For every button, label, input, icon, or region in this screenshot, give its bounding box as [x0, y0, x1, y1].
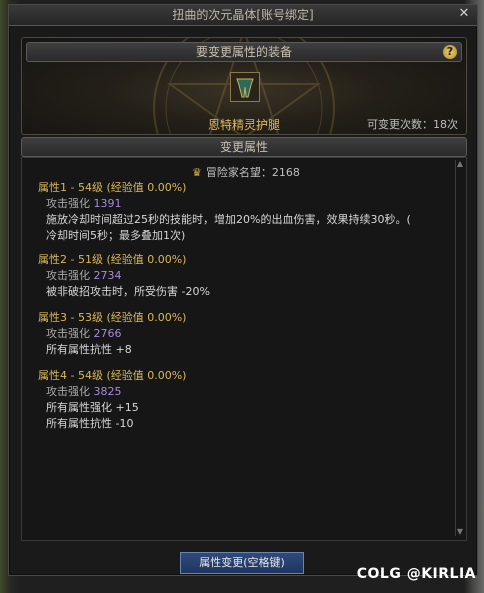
attribute-group-3: 属性3 - 53级 (经验值 0.00%) 攻击强化 2766 所有属性抗性 +…	[38, 310, 186, 358]
leg-armor-icon[interactable]	[230, 72, 260, 102]
attribute-title: 属性2 - 51级 (经验值 0.00%)	[38, 253, 187, 266]
attribute-title: 属性3 - 53级 (经验值 0.00%)	[38, 311, 187, 324]
help-icon[interactable]: ?	[443, 45, 457, 59]
scroll-down-icon[interactable]: ▼	[456, 528, 464, 536]
attr-section-header: 变更属性	[21, 137, 467, 157]
stat-label: 攻击强化	[46, 269, 90, 282]
equip-section-title: 要变更属性的装备	[195, 45, 292, 59]
stat-value: 2766	[93, 327, 122, 340]
stat-label: 攻击强化	[46, 385, 90, 398]
stat-label: 攻击强化	[46, 327, 90, 340]
attribute-list-panel: ♛ 冒险家名望：2168 属性1 - 54级 (经验值 0.00%) 攻击强化 1…	[21, 157, 467, 541]
stat-value: 3825	[93, 385, 122, 398]
watermark: COLG @KIRLIA	[356, 566, 476, 582]
scroll-up-icon[interactable]: ▲	[456, 160, 464, 168]
item-graphic	[231, 73, 259, 101]
attribute-title: 属性1 - 54级 (经验值 0.00%)	[38, 181, 187, 194]
attribute-desc: 所有属性抗性 +8	[46, 343, 132, 356]
attribute-group-1: 属性1 - 54级 (经验值 0.00%) 攻击强化 1391 施放冷却时间超过…	[38, 180, 411, 244]
attribute-desc: 所有属性强化 +15	[46, 401, 139, 414]
attribute-desc: 施放冷却时间超过25秒的技能时，增加20%的出血伤害，效果持续30秒。(	[46, 213, 411, 226]
attribute-desc: 所有属性抗性 -10	[46, 417, 134, 430]
attribute-desc: 冷却时间5秒；最多叠加1次)	[46, 229, 186, 242]
change-attribute-button[interactable]: 属性变更(空格键)	[180, 552, 304, 574]
stat-value: 1391	[93, 197, 122, 210]
crown-icon: ♛	[192, 166, 202, 179]
stat-label: 攻击强化	[46, 197, 90, 210]
window-title: 扭曲的次元晶体[账号绑定]	[172, 8, 314, 22]
change-count: 可变更次数：18次	[367, 118, 458, 131]
attribute-stat: 攻击强化 2734	[38, 268, 210, 284]
stat-value: 2734	[93, 269, 122, 282]
title-bar: 扭曲的次元晶体[账号绑定] ✕	[9, 5, 477, 26]
fame-line: ♛ 冒险家名望：2168	[192, 164, 300, 180]
attribute-group-2: 属性2 - 51级 (经验值 0.00%) 攻击强化 2734 被非破招攻击时，…	[38, 252, 210, 300]
attribute-stat: 攻击强化 3825	[38, 384, 186, 400]
equip-section-header: 要变更属性的装备 ?	[26, 42, 462, 62]
attribute-group-4: 属性4 - 54级 (经验值 0.00%) 攻击强化 3825 所有属性强化 +…	[38, 368, 186, 432]
fame-text: 冒险家名望：2168	[205, 166, 300, 179]
attr-section-title: 变更属性	[219, 140, 268, 154]
scrollbar[interactable]: ▲ ▼	[455, 160, 464, 536]
attribute-title: 属性4 - 54级 (经验值 0.00%)	[38, 369, 187, 382]
attribute-stat: 攻击强化 2766	[38, 326, 186, 342]
close-icon[interactable]: ✕	[457, 7, 471, 21]
attribute-desc: 被非破招攻击时，所受伤害 -20%	[46, 285, 210, 298]
dialog-window: 扭曲的次元晶体[账号绑定] ✕ 要变更属性的装备 ? 恩特精灵护腿 可变更次数：…	[8, 4, 478, 576]
equipment-panel: 要变更属性的装备 ? 恩特精灵护腿 可变更次数：18次	[21, 37, 467, 135]
attribute-stat: 攻击强化 1391	[38, 196, 411, 212]
